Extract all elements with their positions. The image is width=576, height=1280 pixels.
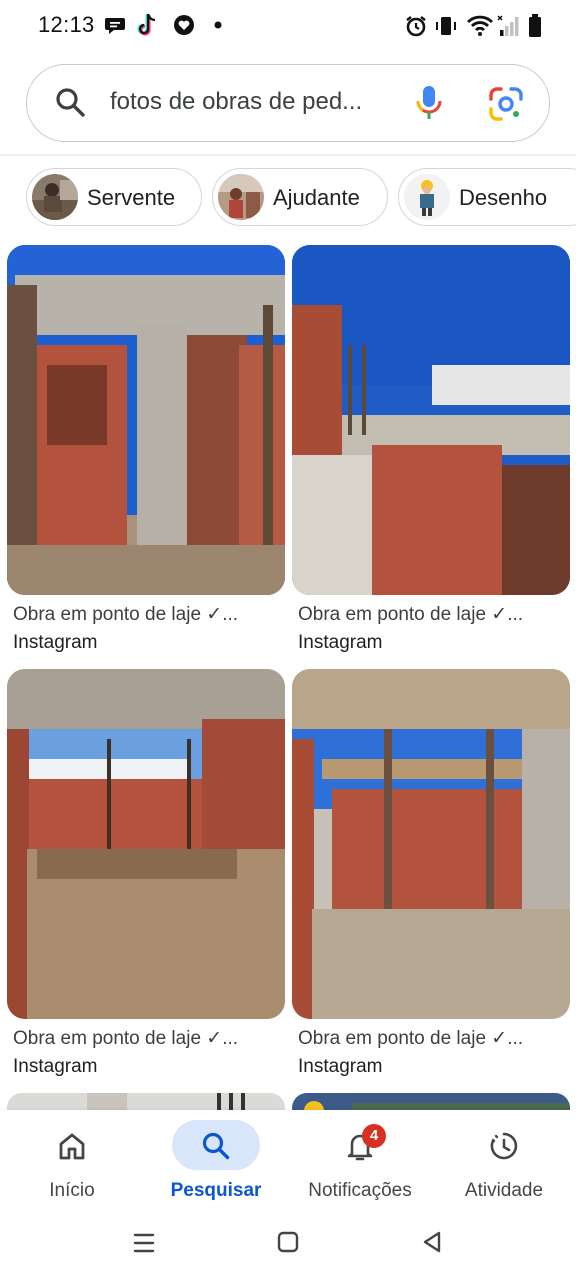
result-image[interactable]	[7, 669, 285, 1019]
result-source: Instagram	[13, 632, 98, 653]
nav-label: Notificações	[308, 1180, 412, 1201]
nav-item-pesquisar[interactable]: Pesquisar	[144, 1110, 288, 1210]
activity-icon	[490, 1132, 518, 1160]
chip-servente[interactable]: Servente	[26, 168, 202, 226]
nav-item-inicio[interactable]: Início	[0, 1110, 144, 1210]
more-notifications-dot-icon	[214, 21, 222, 29]
chip-label: Servente	[87, 185, 176, 210]
related-search-chips: Servente Ajudante Desenho	[0, 166, 576, 228]
chip-thumbnail	[32, 174, 78, 220]
result-source: Instagram	[13, 1056, 98, 1077]
search-icon	[56, 88, 85, 117]
nav-label: Início	[49, 1180, 95, 1201]
chip-thumbnail	[404, 174, 450, 220]
header-divider	[0, 154, 576, 156]
home-button-icon[interactable]	[276, 1230, 300, 1254]
nav-item-notificacoes[interactable]: Notificações	[288, 1110, 432, 1210]
nav-label: Pesquisar	[170, 1180, 262, 1201]
result-image[interactable]	[292, 245, 570, 595]
search-icon	[202, 1132, 230, 1160]
nav-item-atividade[interactable]: Atividade	[432, 1110, 576, 1210]
result-source: Instagram	[298, 632, 383, 653]
chip-label: Desenho	[459, 185, 548, 210]
search-input[interactable]: fotos de obras de ped...	[110, 88, 390, 116]
result-source: Instagram	[298, 1056, 383, 1077]
message-notification-icon	[105, 18, 125, 34]
tiktok-notification-icon	[137, 13, 156, 36]
result-image[interactable]	[7, 245, 285, 595]
status-bar: 12:13	[0, 0, 576, 52]
alarm-icon	[406, 16, 426, 37]
google-lens-icon[interactable]	[488, 86, 524, 122]
result-title[interactable]: Obra em ponto de laje ✓...	[13, 1027, 238, 1050]
bottom-navigation: Início Pesquisar Notificações Atividade	[0, 1110, 576, 1210]
status-time: 12:13	[38, 12, 95, 37]
nav-label: Atividade	[464, 1180, 544, 1201]
notification-badge: 4	[362, 1124, 386, 1148]
result-title[interactable]: Obra em ponto de laje ✓...	[298, 603, 523, 626]
chip-desenho[interactable]: Desenho	[398, 168, 576, 226]
chip-label: Ajudante	[273, 185, 360, 210]
battery-icon	[529, 14, 541, 37]
chip-ajudante[interactable]: Ajudante	[212, 168, 388, 226]
recent-apps-icon[interactable]	[132, 1232, 156, 1254]
result-image[interactable]	[292, 669, 570, 1019]
chip-thumbnail	[218, 174, 264, 220]
result-title[interactable]: Obra em ponto de laje ✓...	[298, 1027, 523, 1050]
home-icon	[59, 1133, 85, 1160]
vibrate-icon	[436, 17, 456, 35]
voice-search-mic-icon[interactable]	[414, 84, 444, 122]
back-button-icon[interactable]	[420, 1230, 444, 1254]
wifi-icon	[467, 15, 493, 36]
result-title[interactable]: Obra em ponto de laje ✓...	[13, 603, 238, 626]
signal-icon	[497, 15, 519, 36]
app-notification-icon	[174, 15, 194, 35]
system-navigation-bar	[0, 1210, 576, 1280]
